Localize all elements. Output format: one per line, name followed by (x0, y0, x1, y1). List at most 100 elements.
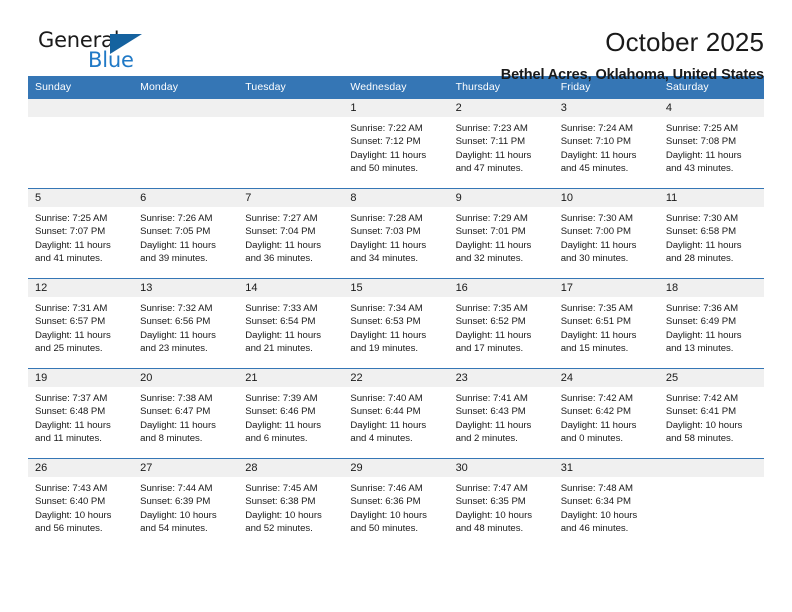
sunset-time: Sunset: 7:08 PM (665, 136, 737, 148)
calendar-day-cell[interactable]: 31 Sunrise: 7:48 AM Sunset: 6:34 PM Dayligh… (553, 458, 659, 549)
day-details: Sunrise: 7:46 AM Sunset: 6:36 PM Daylight:… (343, 477, 448, 536)
sunrise-time: Sunrise: 7:35 AM (455, 303, 528, 314)
day-details: Sunrise: 7:32 AM Sunset: 6:56 PM Daylight:… (133, 297, 238, 356)
calendar-week-row: 1 Sunrise: 7:22 AM Sunset: 7:12 PM Daylight… (28, 98, 764, 189)
day-number (658, 459, 764, 477)
calendar-day-cell[interactable]: 5 Sunrise: 7:25 AM Sunset: 7:07 PM Daylight… (28, 188, 134, 279)
calendar-day-cell[interactable]: 27 Sunrise: 7:44 AM Sunset: 6:39 PM Dayligh… (133, 458, 239, 549)
calendar-day-cell[interactable]: 4 Sunrise: 7:25 AM Sunset: 7:08 PM Daylight… (658, 98, 764, 189)
daylight-duration-line1: Daylight: 10 hours (560, 509, 638, 521)
sunrise-time: Sunrise: 7:45 AM (245, 483, 318, 494)
day-number: 8 (343, 189, 449, 207)
daylight-duration-line1: Daylight: 10 hours (455, 509, 532, 521)
day-number (28, 99, 134, 117)
calendar-day-cell[interactable]: 17 Sunrise: 7:35 AM Sunset: 6:51 PM Dayligh… (553, 278, 659, 369)
daylight-duration-line2: and 54 minutes. (140, 523, 208, 535)
daylight-duration-line1: Daylight: 11 hours (245, 329, 321, 341)
title-block: October 2025 Bethel Acres, Oklahoma, Uni… (148, 26, 764, 85)
daylight-duration-line2: and 52 minutes. (245, 523, 313, 535)
day-number: 12 (28, 279, 134, 297)
calendar-day-cell[interactable]: 23 Sunrise: 7:41 AM Sunset: 6:43 PM Dayligh… (448, 368, 554, 459)
calendar-day-cell[interactable]: 19 Sunrise: 7:37 AM Sunset: 6:48 PM Dayligh… (28, 368, 134, 459)
sunrise-time: Sunrise: 7:29 AM (455, 213, 528, 224)
sunrise-time: Sunrise: 7:46 AM (350, 483, 423, 494)
daylight-duration-line1: Daylight: 11 hours (455, 149, 532, 161)
page-title: October 2025 (605, 27, 764, 57)
sunrise-time: Sunrise: 7:22 AM (350, 123, 423, 134)
daylight-duration-line2: and 4 minutes. (350, 433, 413, 445)
daylight-duration-line2: and 45 minutes. (560, 163, 629, 175)
calendar-day-cell[interactable]: 26 Sunrise: 7:43 AM Sunset: 6:40 PM Dayligh… (28, 458, 134, 549)
logo-text-blue: Blue (88, 48, 134, 72)
day-number (133, 99, 239, 117)
calendar-day-cell[interactable]: 14 Sunrise: 7:33 AM Sunset: 6:54 PM Dayligh… (238, 278, 344, 369)
daylight-duration-line2: and 23 minutes. (140, 343, 208, 355)
day-details: Sunrise: 7:22 AM Sunset: 7:12 PM Daylight:… (343, 117, 448, 176)
daylight-duration-line2: and 13 minutes. (665, 343, 734, 355)
calendar-day-cell[interactable]: 8 Sunrise: 7:28 AM Sunset: 7:03 PM Daylight… (343, 188, 449, 279)
daylight-duration-line2: and 28 minutes. (665, 253, 734, 265)
daylight-duration-line2: and 32 minutes. (455, 253, 524, 265)
daylight-duration-line2: and 41 minutes. (35, 253, 103, 265)
daylight-duration-line1: Daylight: 11 hours (455, 329, 532, 341)
calendar-day-cell[interactable]: 7 Sunrise: 7:27 AM Sunset: 7:04 PM Daylight… (238, 188, 344, 279)
day-details: Sunrise: 7:26 AM Sunset: 7:05 PM Daylight:… (133, 207, 238, 266)
daylight-duration-line2: and 58 minutes. (665, 433, 734, 445)
calendar-day-cell[interactable]: 18 Sunrise: 7:36 AM Sunset: 6:49 PM Dayligh… (658, 278, 764, 369)
calendar-day-cell[interactable]: 24 Sunrise: 7:42 AM Sunset: 6:42 PM Dayligh… (553, 368, 659, 459)
calendar-day-cell[interactable]: 16 Sunrise: 7:35 AM Sunset: 6:52 PM Dayligh… (448, 278, 554, 369)
calendar-day-cell[interactable]: 28 Sunrise: 7:45 AM Sunset: 6:38 PM Dayligh… (238, 458, 344, 549)
calendar-day-cell[interactable]: 11 Sunrise: 7:30 AM Sunset: 6:58 PM Dayligh… (658, 188, 764, 279)
daylight-duration-line1: Daylight: 11 hours (35, 329, 111, 341)
day-details: Sunrise: 7:35 AM Sunset: 6:51 PM Daylight:… (554, 297, 659, 356)
calendar-day-cell[interactable]: 25 Sunrise: 7:42 AM Sunset: 6:41 PM Dayligh… (658, 368, 764, 459)
day-details: Sunrise: 7:40 AM Sunset: 6:44 PM Daylight:… (343, 387, 448, 446)
calendar-day-cell[interactable]: 22 Sunrise: 7:40 AM Sunset: 6:44 PM Dayligh… (343, 368, 449, 459)
sunrise-time: Sunrise: 7:42 AM (665, 393, 739, 404)
sunset-time: Sunset: 6:53 PM (350, 316, 421, 328)
day-details: Sunrise: 7:44 AM Sunset: 6:39 PM Daylight:… (133, 477, 238, 536)
sunset-time: Sunset: 6:39 PM (140, 496, 211, 508)
calendar-day-cell[interactable]: 30 Sunrise: 7:47 AM Sunset: 6:35 PM Dayligh… (448, 458, 554, 549)
daylight-duration-line1: Daylight: 10 hours (35, 509, 112, 521)
sunrise-time: Sunrise: 7:40 AM (350, 393, 423, 404)
calendar-week-row: 19 Sunrise: 7:37 AM Sunset: 6:48 PM Dayligh… (28, 368, 764, 459)
day-details: Sunrise: 7:23 AM Sunset: 7:11 PM Daylight:… (449, 117, 554, 176)
calendar-day-cell[interactable]: 1 Sunrise: 7:22 AM Sunset: 7:12 PM Daylight… (343, 98, 449, 189)
day-number: 7 (238, 189, 344, 207)
daylight-duration-line1: Daylight: 11 hours (350, 329, 427, 341)
calendar-day-cell[interactable]: 10 Sunrise: 7:30 AM Sunset: 7:00 PM Dayligh… (553, 188, 659, 279)
calendar-day-cell[interactable]: 15 Sunrise: 7:34 AM Sunset: 6:53 PM Dayligh… (343, 278, 449, 369)
calendar-day-cell-empty (658, 458, 764, 549)
calendar-day-cell[interactable]: 2 Sunrise: 7:23 AM Sunset: 7:11 PM Daylight… (448, 98, 554, 189)
calendar-day-cell[interactable]: 9 Sunrise: 7:29 AM Sunset: 7:01 PM Daylight… (448, 188, 554, 279)
day-details: Sunrise: 7:41 AM Sunset: 6:43 PM Daylight:… (449, 387, 554, 446)
day-number: 29 (343, 459, 449, 477)
daylight-duration-line2: and 8 minutes. (140, 433, 203, 445)
calendar-day-cell-empty (28, 98, 134, 189)
sunset-time: Sunset: 6:40 PM (35, 496, 106, 508)
daylight-duration-line1: Daylight: 11 hours (35, 239, 111, 251)
day-details: Sunrise: 7:34 AM Sunset: 6:53 PM Daylight:… (343, 297, 448, 356)
calendar-day-cell[interactable]: 29 Sunrise: 7:46 AM Sunset: 6:36 PM Dayligh… (343, 458, 449, 549)
day-details: Sunrise: 7:27 AM Sunset: 7:04 PM Daylight:… (238, 207, 343, 266)
calendar-week-row: 12 Sunrise: 7:31 AM Sunset: 6:57 PM Dayligh… (28, 278, 764, 369)
calendar-day-cell[interactable]: 13 Sunrise: 7:32 AM Sunset: 6:56 PM Dayligh… (133, 278, 239, 369)
calendar-day-cell[interactable]: 6 Sunrise: 7:26 AM Sunset: 7:05 PM Daylight… (133, 188, 239, 279)
calendar-day-cell[interactable]: 12 Sunrise: 7:31 AM Sunset: 6:57 PM Dayligh… (28, 278, 134, 369)
sunrise-time: Sunrise: 7:47 AM (455, 483, 528, 494)
day-number: 16 (448, 279, 554, 297)
calendar-day-cell[interactable]: 3 Sunrise: 7:24 AM Sunset: 7:10 PM Daylight… (553, 98, 659, 189)
sunset-time: Sunset: 6:36 PM (350, 496, 421, 508)
daylight-duration-line1: Daylight: 11 hours (665, 329, 742, 341)
daylight-duration-line2: and 50 minutes. (350, 163, 418, 175)
day-number: 3 (553, 99, 659, 117)
daylight-duration-line2: and 39 minutes. (140, 253, 208, 265)
sunrise-time: Sunrise: 7:33 AM (245, 303, 318, 314)
day-details: Sunrise: 7:33 AM Sunset: 6:54 PM Daylight:… (238, 297, 343, 356)
daylight-duration-line1: Daylight: 10 hours (245, 509, 322, 521)
sunset-time: Sunset: 6:38 PM (245, 496, 316, 508)
calendar-day-cell[interactable]: 20 Sunrise: 7:38 AM Sunset: 6:47 PM Dayligh… (133, 368, 239, 459)
general-blue-logo: General Blue (28, 26, 148, 78)
calendar-day-cell[interactable]: 21 Sunrise: 7:39 AM Sunset: 6:46 PM Dayligh… (238, 368, 344, 459)
